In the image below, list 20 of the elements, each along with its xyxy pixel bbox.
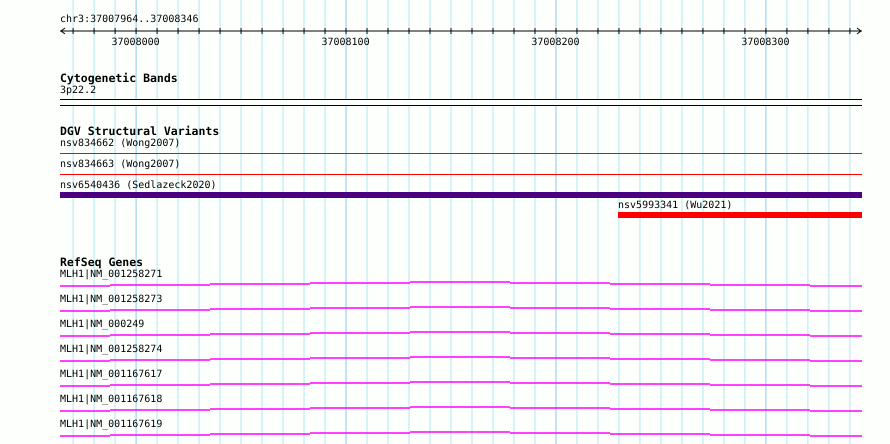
tick-label: 37008300 [741,37,790,48]
gene-label: MLH1|NM_001167619 [60,419,162,431]
position-label: chr3:37007964..37008346 [60,14,198,26]
variant-label: nsv5993341 (Wu2021) [618,200,732,212]
band-label: 3p22.2 [60,85,96,97]
gene-label: MLH1|NM_001258273 [60,294,162,306]
gene-label: MLH1|NM_001167617 [60,369,162,381]
track-title: RefSeq Genes [60,256,144,269]
gene-label: MLH1|NM_001258271 [60,269,162,281]
track-title: DGV Structural Variants [60,125,220,138]
tick-label: 37008100 [321,37,370,48]
gene-label: MLH1|NM_000249 [60,319,144,331]
variant-label: nsv834663 (Wong2007) [60,159,180,171]
variant-label: nsv6540436 (Sedlazeck2020) [60,180,217,192]
track-title: Cytogenetic Bands [60,72,178,85]
tick-label: 37008200 [531,37,580,48]
gene-label: MLH1|NM_001258274 [60,344,162,356]
variant-label: nsv834662 (Wong2007) [60,138,180,150]
gene-label: MLH1|NM_001167618 [60,394,162,406]
tick-label: 37008000 [112,37,160,48]
